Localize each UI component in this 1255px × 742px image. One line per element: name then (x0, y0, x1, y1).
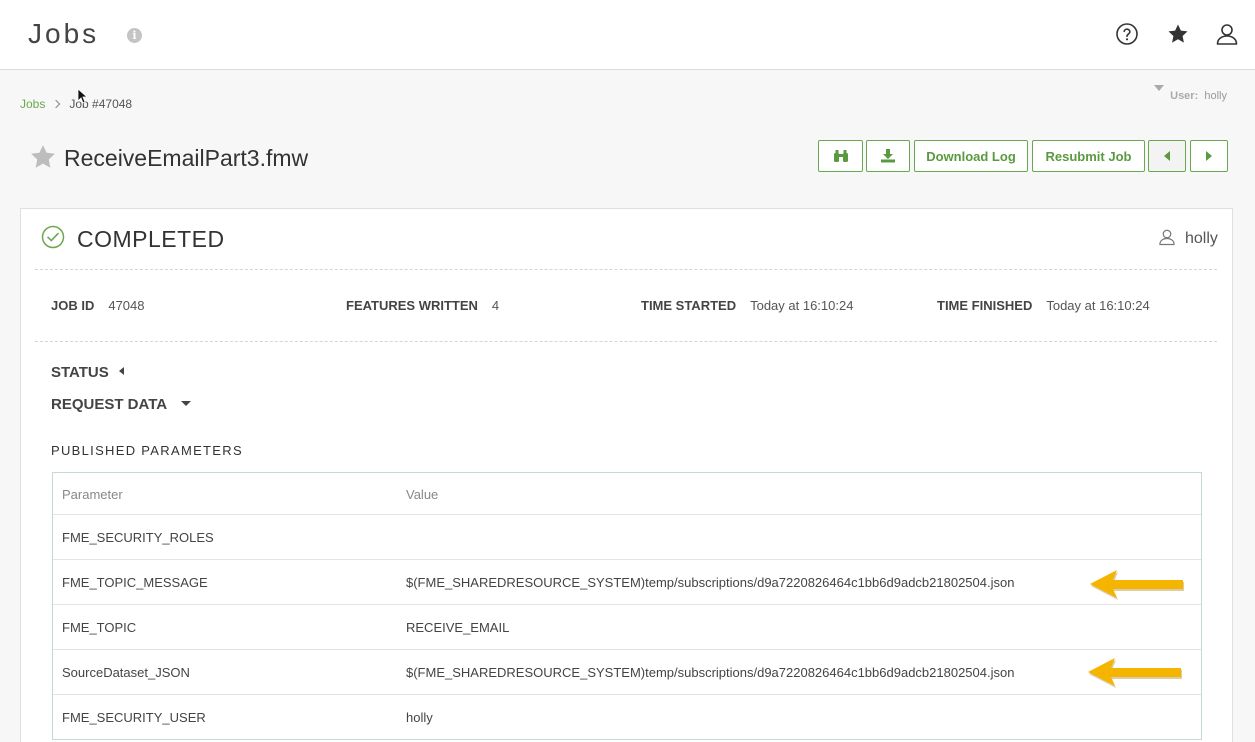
download-button[interactable] (866, 140, 910, 172)
next-job-button[interactable] (1190, 140, 1228, 172)
status-section-toggle[interactable]: STATUS (51, 364, 124, 381)
filter-icon (1154, 85, 1165, 91)
top-bar: Jobs i (0, 0, 1255, 70)
previous-job-button[interactable] (1148, 140, 1186, 172)
star-icon[interactable] (1166, 22, 1190, 46)
job-title: ReceiveEmailPart3.fmw (64, 145, 309, 171)
download-log-button[interactable]: Download Log (914, 140, 1028, 172)
parameter-name: SourceDataset_JSON (62, 665, 190, 680)
caret-left-icon (118, 367, 124, 375)
table-row: FME_TOPIC_MESSAGE $(FME_SHAREDRESOURCE_S… (53, 559, 1201, 604)
stat-time-finished: TIME FINISHED Today at 16:10:24 (937, 298, 1150, 313)
help-icon[interactable] (1115, 22, 1139, 46)
parameter-value: RECEIVE_EMAIL (406, 620, 510, 635)
request-data-section-label: REQUEST DATA (51, 396, 168, 413)
parameter-value: $(FME_SHAREDRESOURCE_SYSTEM)temp/subscri… (406, 575, 1015, 590)
user-filter-label: User: (1170, 90, 1199, 102)
job-status: COMPLETED (77, 226, 225, 252)
resubmit-job-button[interactable]: Resubmit Job (1032, 140, 1145, 172)
published-parameters-heading: PUBLISHED PARAMETERS (51, 443, 243, 458)
stat-value: Today at 16:10:24 (750, 298, 854, 313)
caret-down-icon (181, 401, 192, 406)
parameter-name: FME_TOPIC_MESSAGE (62, 575, 208, 590)
stat-value: 47048 (108, 298, 145, 313)
table-row: FME_TOPIC RECEIVE_EMAIL (53, 604, 1201, 649)
table-row: SourceDataset_JSON $(FME_SHAREDRESOURCE_… (53, 649, 1201, 694)
stat-time-started: TIME STARTED Today at 16:10:24 (641, 298, 853, 313)
binoculars-icon (833, 150, 848, 162)
user-icon[interactable] (1215, 22, 1239, 46)
user-filter[interactable]: User: holly (1154, 85, 1227, 102)
breadcrumb-jobs-link[interactable]: Jobs (20, 97, 45, 111)
table-row: FME_SECURITY_USER holly (53, 694, 1201, 739)
parameter-name: FME_SECURITY_ROLES (62, 530, 214, 545)
job-details-card: COMPLETED holly JOB ID 47048 FEATURES WRI… (20, 208, 1233, 742)
favorite-star-icon[interactable] (28, 142, 58, 172)
chevron-right-icon (52, 99, 61, 109)
stat-label: TIME FINISHED (937, 298, 1033, 313)
table-row: FME_SECURITY_ROLES (53, 514, 1201, 559)
status-section-label: STATUS (51, 364, 109, 381)
job-owner: holly (1185, 230, 1218, 247)
check-circle-icon (41, 225, 65, 249)
parameter-name: FME_SECURITY_USER (62, 710, 206, 725)
column-header-value: Value (406, 487, 439, 502)
view-button[interactable] (818, 140, 863, 172)
parameter-value: $(FME_SHAREDRESOURCE_SYSTEM)temp/subscri… (406, 665, 1015, 680)
user-icon (1159, 229, 1175, 246)
stat-label: FEATURES WRITTEN (346, 298, 478, 313)
caret-right-icon (1206, 151, 1212, 161)
stat-features-written: FEATURES WRITTEN 4 (346, 298, 499, 313)
mouse-cursor-icon (77, 88, 87, 104)
stat-value: 4 (491, 298, 500, 313)
caret-left-icon (1164, 151, 1170, 161)
table-header-row: Parameter Value (53, 473, 1201, 514)
stat-label: JOB ID (51, 298, 95, 313)
column-header-parameter: Parameter (62, 487, 123, 502)
divider (35, 269, 1217, 270)
download-icon (881, 149, 895, 163)
parameter-name: FME_TOPIC (62, 620, 137, 635)
stat-label: TIME STARTED (641, 298, 737, 313)
parameter-value: holly (406, 710, 433, 725)
stat-job-id: JOB ID 47048 (51, 298, 145, 313)
user-filter-value: holly (1204, 90, 1227, 102)
divider (35, 341, 1217, 342)
annotation-arrow-icon (1088, 658, 1182, 688)
published-parameters-table: Parameter Value FME_SECURITY_ROLES FME_T… (52, 472, 1202, 740)
stat-value: Today at 16:10:24 (1046, 298, 1150, 313)
request-data-section-toggle[interactable]: REQUEST DATA (51, 396, 192, 413)
info-icon[interactable]: i (127, 28, 142, 43)
page-title: Jobs (28, 18, 100, 49)
annotation-arrow-icon (1090, 570, 1184, 600)
